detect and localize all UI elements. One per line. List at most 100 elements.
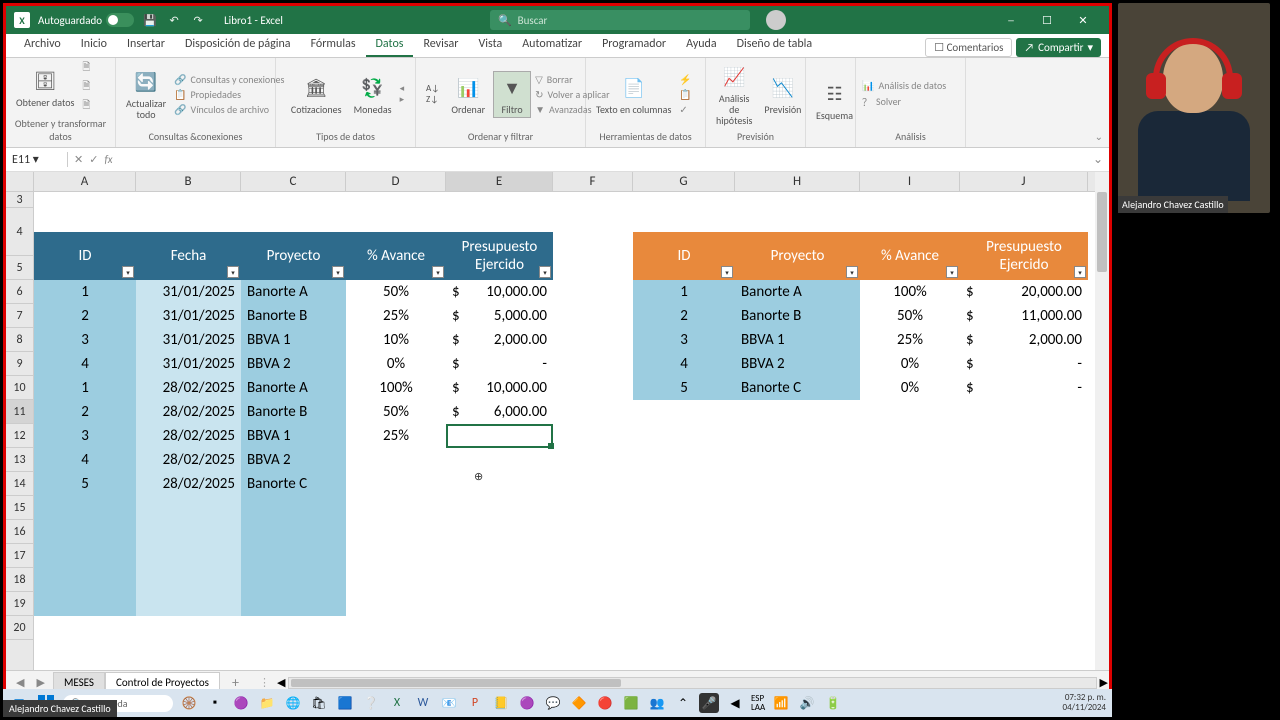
row-header[interactable]: 9 [6, 352, 33, 376]
row-header[interactable]: 16 [6, 520, 33, 544]
col-header[interactable]: F [553, 172, 633, 191]
excel-icon[interactable]: X [387, 693, 407, 713]
share-button[interactable]: ↗ Compartir ▾ [1016, 38, 1101, 57]
task-icon[interactable]: 🟩 [621, 693, 641, 713]
table-row[interactable]: 328/02/2025BBVA 125% [34, 424, 553, 448]
select-all-corner[interactable] [6, 172, 34, 192]
menu-tab-archivo[interactable]: Archivo [14, 33, 71, 57]
menu-tab-automatizar[interactable]: Automatizar [512, 33, 592, 57]
filter-dropdown-icon[interactable]: ▾ [332, 266, 344, 278]
az-sort-icon[interactable]: A↓Z↓ [422, 81, 443, 107]
table-header[interactable]: PresupuestoEjercido▾ [960, 232, 1088, 280]
minimize-button[interactable]: ─ [993, 6, 1029, 34]
table-header[interactable]: ID▾ [633, 232, 735, 280]
expand-formula-icon[interactable]: ⌄ [1087, 152, 1109, 167]
whatsapp-icon[interactable]: 💬 [543, 693, 563, 713]
table-row[interactable]: 428/02/2025BBVA 2 [34, 448, 553, 472]
task-icon[interactable]: 🟣 [231, 693, 251, 713]
menu-tab-datos[interactable]: Datos [366, 33, 414, 57]
filter-dropdown-icon[interactable]: ▾ [1074, 266, 1086, 278]
location-icon[interactable]: ◀ [725, 693, 745, 713]
tab-nav-prev-icon[interactable]: ◀ [12, 676, 28, 689]
file-links[interactable]: 🔗 Vínculos de archivo [174, 103, 284, 116]
queries-link[interactable]: 🔗 Consultas y conexiones [174, 73, 284, 86]
language-indicator[interactable]: ESPLAA [751, 694, 765, 712]
chrome-icon[interactable]: 🔴 [595, 693, 615, 713]
search-input[interactable]: 🔍 Buscar [490, 10, 750, 30]
collapse-ribbon-icon[interactable]: ⌄ [1095, 130, 1103, 143]
edge-icon[interactable]: 🌐 [283, 693, 303, 713]
table-header[interactable]: % Avance▾ [346, 232, 446, 280]
row-header[interactable]: 11 [6, 400, 33, 424]
task-icon[interactable]: 🟣 [517, 693, 537, 713]
task-icon[interactable]: 📒 [491, 693, 511, 713]
table-row[interactable]: 331/01/2025BBVA 110%$2,000.00 [34, 328, 553, 352]
outlook-icon[interactable]: 📧 [439, 693, 459, 713]
get-data-button[interactable]: 🗄Obtener datos [12, 65, 78, 110]
table-row[interactable]: 1Banorte A100%$20,000.00 [633, 280, 1088, 304]
col-header[interactable]: H [735, 172, 860, 191]
row-header[interactable]: 19 [6, 592, 33, 616]
comments-button[interactable]: ☐ Comentarios [925, 38, 1012, 57]
menu-tab-vista[interactable]: Vista [468, 33, 512, 57]
row-header[interactable]: 4 [6, 208, 33, 256]
stocks-button[interactable]: 🏛Cotizaciones [287, 72, 346, 117]
filter-dropdown-icon[interactable]: ▾ [227, 266, 239, 278]
table-row[interactable]: 228/02/2025Banorte B50%$6,000.00 [34, 400, 553, 424]
store-icon[interactable]: 🛍 [309, 693, 329, 713]
task-icon[interactable]: 🛞 [179, 693, 199, 713]
filter-dropdown-icon[interactable]: ▾ [122, 266, 134, 278]
filter-dropdown-icon[interactable]: ▾ [539, 266, 551, 278]
col-header[interactable]: J [960, 172, 1088, 191]
refresh-all-button[interactable]: 🔄Actualizar todo [122, 66, 170, 122]
table-header[interactable]: Proyecto▾ [241, 232, 346, 280]
explorer-icon[interactable]: 📁 [257, 693, 277, 713]
row-header[interactable]: 7 [6, 304, 33, 328]
table-header[interactable]: Proyecto▾ [735, 232, 860, 280]
col-header[interactable]: A [34, 172, 136, 191]
table-row[interactable]: 128/02/2025Banorte A100%$10,000.00 [34, 376, 553, 400]
table-header[interactable]: Fecha▾ [136, 232, 241, 280]
row-header[interactable]: 17 [6, 544, 33, 568]
toggle-icon[interactable] [106, 13, 134, 27]
help-icon[interactable]: ❔ [361, 693, 381, 713]
taskbar[interactable]: ◧ 🔍 Búsqueda 🛞 ▪ 🟣 📁 🌐 🛍 🟦 ❔ X W 📧 P 📒 🟣… [3, 689, 1112, 717]
save-icon[interactable]: 💾 [142, 12, 158, 28]
outline-button[interactable]: ☷Esquema [812, 78, 857, 123]
properties-link[interactable]: 📋 Propiedades [174, 88, 284, 101]
menu-tab-revisar[interactable]: Revisar [413, 33, 468, 57]
col-header[interactable]: E [446, 172, 553, 191]
table-row[interactable]: 231/01/2025Banorte B25%$5,000.00 [34, 304, 553, 328]
wifi-icon[interactable]: 📶 [771, 693, 791, 713]
currency-button[interactable]: 💱Monedas [350, 72, 396, 117]
close-button[interactable]: ✕ [1065, 6, 1101, 34]
menu-tab-diseño-de-tabla[interactable]: Diseño de tabla [727, 33, 823, 57]
whatif-button[interactable]: 📈Análisis de hipótesis [712, 61, 756, 128]
row-header[interactable]: 10 [6, 376, 33, 400]
row-header[interactable]: 6 [6, 280, 33, 304]
maximize-button[interactable]: ☐ [1029, 6, 1065, 34]
menu-tab-programador[interactable]: Programador [592, 33, 676, 57]
mic-icon[interactable]: 🎤 [699, 693, 719, 713]
row-headers[interactable]: 34567891011121314151617181920 [6, 192, 34, 670]
table-row[interactable]: 2Banorte B50%$11,000.00 [633, 304, 1088, 328]
row-header[interactable]: 8 [6, 328, 33, 352]
menu-tab-fórmulas[interactable]: Fórmulas [301, 33, 366, 57]
sort-button[interactable]: 📊Ordenar [447, 72, 489, 117]
name-box[interactable]: E11 ▾ [6, 152, 68, 167]
table-row[interactable]: 431/01/2025BBVA 20%$- [34, 352, 553, 376]
user-avatar-icon[interactable] [766, 10, 786, 30]
forecast-button[interactable]: 📉Previsión [760, 72, 805, 117]
row-header[interactable]: 20 [6, 616, 33, 640]
row-header[interactable]: 13 [6, 448, 33, 472]
menu-tab-disposición-de-página[interactable]: Disposición de página [175, 33, 301, 57]
clock[interactable]: 07:32 p. m.04/11/2024 [1063, 693, 1106, 713]
task-icon[interactable]: 🟦 [335, 693, 355, 713]
column-headers[interactable]: ABCDEFGHIJ [34, 172, 1095, 192]
undo-icon[interactable]: ↶ [166, 12, 182, 28]
tab-nav-next-icon[interactable]: ▶ [32, 676, 48, 689]
task-icon[interactable]: ▪ [205, 693, 225, 713]
col-header[interactable]: I [860, 172, 960, 191]
filter-dropdown-icon[interactable]: ▾ [946, 266, 958, 278]
table-row[interactable]: 131/01/2025Banorte A50%$10,000.00 [34, 280, 553, 304]
